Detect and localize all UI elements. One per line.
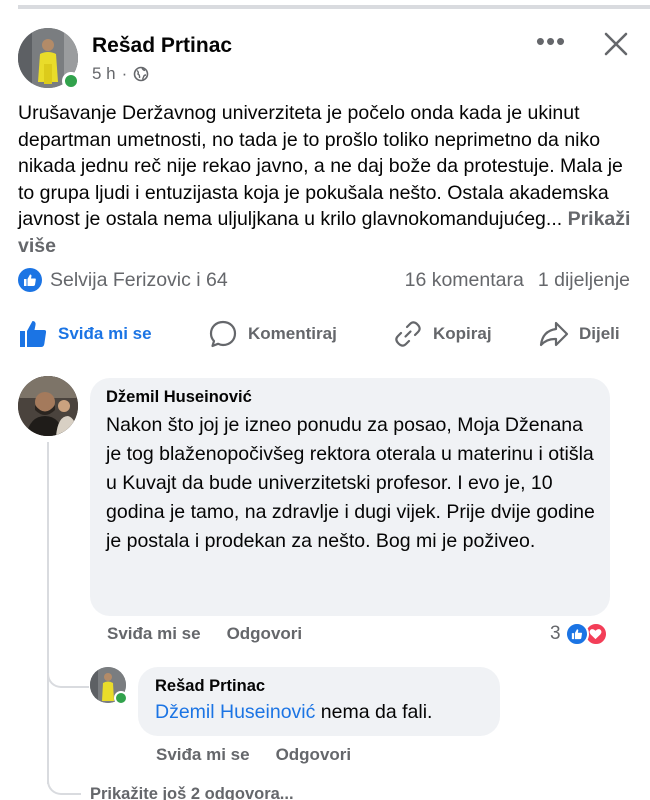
like-icon [20, 321, 47, 347]
link-icon [395, 321, 421, 347]
post-author-name[interactable]: Rešad Prtinac [92, 34, 232, 58]
copy-label: Kopiraj [433, 324, 492, 343]
comment-label: Komentiraj [248, 324, 337, 343]
comments-count[interactable]: 16 komentara [405, 269, 524, 292]
reply-reply-button[interactable]: Odgovori [276, 745, 352, 765]
like-button[interactable]: Sviđa mi se [18, 313, 152, 355]
like-icon [564, 622, 589, 646]
comment-icon [209, 320, 237, 348]
like-label: Sviđa mi se [58, 324, 152, 343]
comment-reaction-count: 3 [550, 623, 561, 644]
comment-reply-button[interactable]: Odgovori [227, 624, 303, 644]
post-time[interactable]: 5 h [92, 64, 116, 84]
post-stats: 16 komentara 1 dijeljenje [405, 269, 630, 292]
post-author-avatar[interactable] [18, 28, 80, 90]
mention-link[interactable]: Džemil Huseinović [155, 701, 315, 723]
comment-author-name[interactable]: Džemil Huseinović [106, 388, 596, 407]
more-options-button[interactable]: ••• [533, 28, 569, 58]
top-edge [0, 0, 650, 9]
comment-reactions[interactable]: 3 [550, 622, 608, 646]
post-text: Urušavanje Deržavnog univerziteta je poč… [18, 102, 623, 230]
comment-button[interactable]: Komentiraj [208, 313, 337, 355]
view-more-replies-link[interactable]: Prikažite još 2 odgovora... [90, 785, 294, 800]
meta-separator: · [121, 64, 128, 83]
comment-text: Nakon što joj je izneo ponudu za posao, … [106, 414, 595, 552]
reply-text: Džemil Huseinović nema da fali. [155, 699, 484, 726]
copy-link-button[interactable]: Kopiraj [393, 313, 492, 355]
reply-connector [47, 648, 89, 688]
post-meta: 5 h · [92, 64, 149, 84]
post-action-bar: Sviđa mi se Komentiraj Kopiraj Dijeli [0, 313, 650, 355]
online-status-dot [62, 72, 80, 90]
like-reaction-icon [18, 268, 42, 292]
reply-bubble[interactable]: Rešad Prtinac Džemil Huseinović nema da … [138, 667, 500, 736]
reply-actions: Sviđa mi se Odgovori [156, 745, 351, 765]
reply-like-button[interactable]: Sviđa mi se [156, 745, 250, 765]
reply-body: nema da fali. [315, 701, 433, 723]
more-replies-connector [47, 755, 81, 795]
share-label: Dijeli [579, 324, 620, 343]
post-body: Urušavanje Deržavnog univerziteta je poč… [18, 100, 638, 259]
more-icon: ••• [535, 26, 567, 56]
online-status-dot [114, 691, 128, 705]
reply-author-name[interactable]: Rešad Prtinac [155, 677, 484, 696]
globe-icon [134, 66, 149, 82]
top-divider [18, 5, 650, 9]
shares-count[interactable]: 1 dijeljenje [538, 269, 630, 292]
reactions-text: Selvija Ferizovic i 64 [50, 268, 228, 291]
comment-like-button[interactable]: Sviđa mi se [107, 624, 201, 644]
close-icon[interactable] [600, 28, 632, 60]
thread-line [47, 442, 49, 784]
reactions-summary[interactable]: Selvija Ferizovic i 64 [18, 268, 228, 292]
comment-author-avatar[interactable] [18, 376, 78, 436]
share-button[interactable]: Dijeli [539, 313, 620, 355]
comment-actions: Sviđa mi se Odgovori [107, 624, 302, 644]
share-icon [539, 321, 569, 347]
comment-bubble[interactable]: Džemil Huseinović Nakon što joj je izneo… [90, 378, 610, 616]
